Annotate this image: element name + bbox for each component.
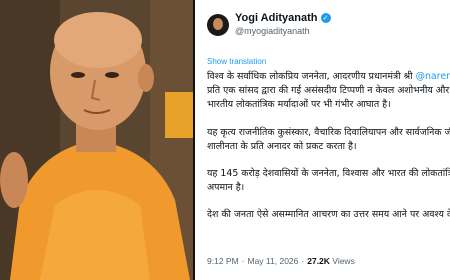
tweet-date[interactable]: May 11, 2026 xyxy=(248,256,299,266)
tweet-line: प्रति एक सांसद द्वारा की गई असंसदीय टिप्… xyxy=(207,85,450,97)
tweet-line: भारतीय लोकतांत्रिक मर्यादाओं पर भी गंभीर… xyxy=(207,99,391,111)
tweet-paragraph: यह 145 करोड़ देशवासियों के जननेता, विश्व… xyxy=(207,167,450,195)
views-count: 27.2K xyxy=(307,256,330,266)
tweet-paragraph: विश्व के सर्वाधिक लोकप्रिय जननेता, आदरणी… xyxy=(207,70,450,113)
author-line: Yogi Adityanath ✓ xyxy=(235,12,331,24)
show-translation-link[interactable]: Show translation xyxy=(207,57,266,66)
portrait-photo xyxy=(0,0,193,280)
author-handle[interactable]: @myogiadityanath xyxy=(235,26,310,36)
tweet-time[interactable]: 9:12 PM xyxy=(207,256,239,266)
tweet-paragraph: यह कृत्य राजनीतिक कुसंस्कार, वैचारिक दिव… xyxy=(207,126,450,154)
tweet-line: यह कृत्य राजनीतिक कुसंस्कार, वैचारिक दिव… xyxy=(207,126,450,138)
tweet-line: यह 145 करोड़ देशवासियों के जननेता, विश्व… xyxy=(207,168,450,180)
mention-link[interactable]: @narendramo xyxy=(416,71,450,82)
portrait-illustration xyxy=(0,0,193,280)
tweet-card: Yogi Adityanath ✓ @myogiadityanath Show … xyxy=(195,0,450,280)
author-name[interactable]: Yogi Adityanath xyxy=(235,12,318,24)
tweet-line: विश्व के सर्वाधिक लोकप्रिय जननेता, आदरणी… xyxy=(207,70,450,84)
avatar[interactable] xyxy=(207,14,229,36)
tweet-line: अपमान है। xyxy=(207,182,245,194)
views-label: Views xyxy=(332,256,355,266)
tweet-paragraph: देश की जनता ऐसे असम्मानित आचरण का उत्तर … xyxy=(207,208,450,222)
tweet-line: शालीनता के प्रति अनादर को प्रकट करता है। xyxy=(207,140,357,152)
tweet-meta: 9:12 PM · May 11, 2026 · 27.2K Views xyxy=(207,256,355,266)
tweet-line: देश की जनता ऐसे असम्मानित आचरण का उत्तर … xyxy=(207,209,450,221)
verified-badge-icon: ✓ xyxy=(320,13,331,23)
tweet-body: विश्व के सर्वाधिक लोकप्रिय जननेता, आदरणी… xyxy=(207,70,450,223)
